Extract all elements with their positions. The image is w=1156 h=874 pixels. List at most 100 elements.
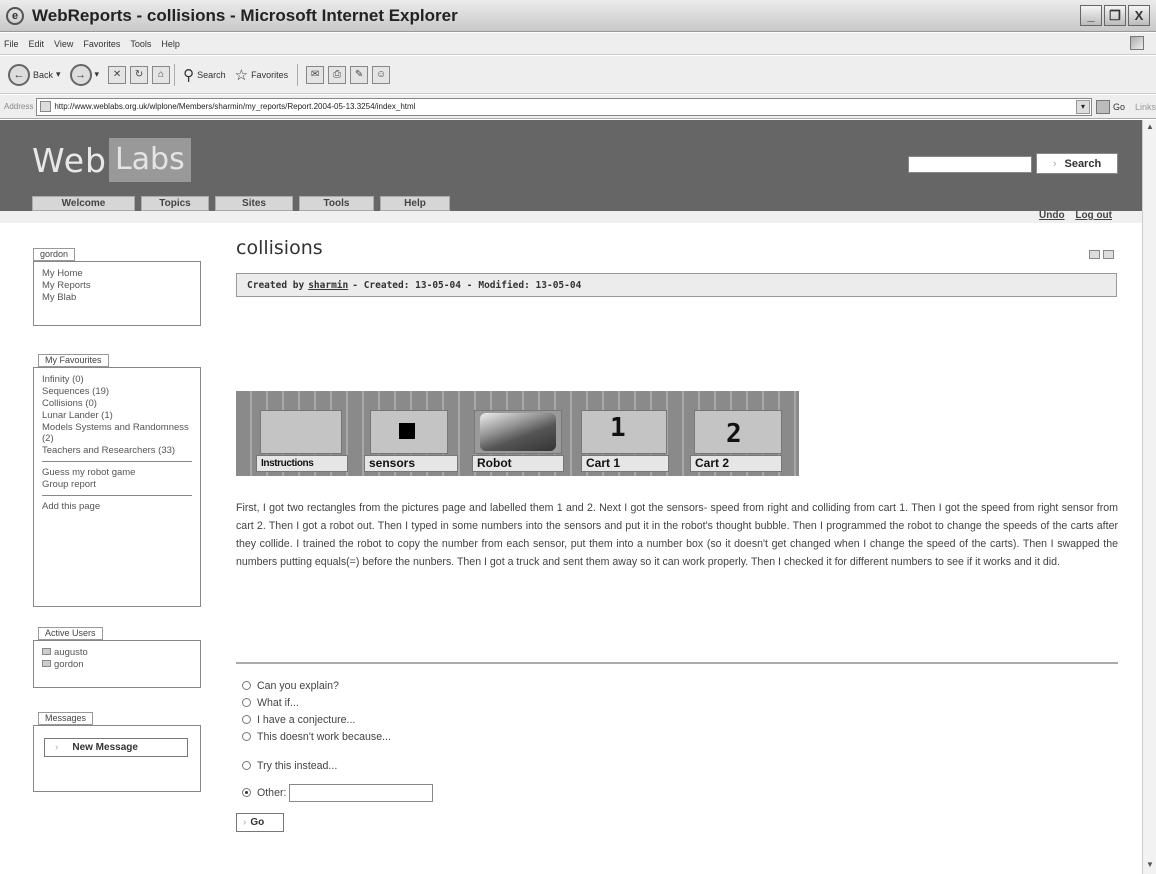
back-arrow-icon: ← <box>8 63 30 86</box>
reply-go-button[interactable]: › Go <box>236 813 284 832</box>
weblabs-logo[interactable]: Web Labs <box>32 138 191 182</box>
my-home-link[interactable]: My Home <box>42 268 192 279</box>
nav-tab-sites[interactable]: Sites <box>215 196 293 211</box>
dropdown-arrow-icon: ▾ <box>56 69 61 79</box>
menu-favorites[interactable]: Favorites <box>83 39 120 49</box>
byline-created: - Created: 13-05-04 - <box>352 279 473 291</box>
divider <box>42 495 192 496</box>
reply-option-other[interactable]: Other: <box>242 783 434 802</box>
game-label-sensors: sensors <box>364 455 458 472</box>
site-search-label: Search <box>1064 157 1102 170</box>
my-blab-link[interactable]: My Blab <box>42 292 192 303</box>
send-to-icon[interactable] <box>1089 250 1100 259</box>
radio-button[interactable] <box>242 698 251 707</box>
active-user[interactable]: augusto <box>42 647 192 658</box>
menu-help[interactable]: Help <box>161 39 180 49</box>
favourite-item[interactable]: Infinity (0) <box>42 374 192 385</box>
reply-option[interactable]: Try this instead... <box>242 757 433 774</box>
mail-icon[interactable]: ✉ <box>306 65 325 84</box>
window-titlebar: e WebReports - collisions - Microsoft In… <box>0 0 1156 32</box>
reply-option-label: Can you explain? <box>257 679 339 692</box>
author-link[interactable]: sharmin <box>308 280 348 291</box>
favourite-item[interactable]: Teachers and Researchers (33) <box>42 445 192 456</box>
nav-tab-tools[interactable]: Tools <box>299 196 374 211</box>
links-label[interactable]: Links <box>1135 102 1156 112</box>
nav-tab-help[interactable]: Help <box>380 196 450 211</box>
scroll-down-icon[interactable]: ▼ <box>1144 860 1156 872</box>
scroll-up-icon[interactable]: ▲ <box>1144 122 1156 134</box>
favourite-item[interactable]: Lunar Lander (1) <box>42 410 192 421</box>
nav-tab-welcome[interactable]: Welcome <box>32 196 135 211</box>
messages-title: Messages <box>38 712 94 725</box>
site-search-input[interactable] <box>908 156 1032 173</box>
group-report-link[interactable]: Group report <box>42 479 192 490</box>
favorites-toolbar-button[interactable]: ☆ Favorites <box>235 66 288 84</box>
messenger-icon[interactable]: ☺ <box>372 65 391 84</box>
radio-button[interactable] <box>242 681 251 690</box>
go-button[interactable]: Go <box>1095 99 1125 114</box>
address-input[interactable]: http://www.weblabs.org.uk/wlplone/Member… <box>36 97 1092 116</box>
reply-go-label: Go <box>250 817 265 828</box>
new-message-label: New Message <box>72 742 138 753</box>
menu-tools[interactable]: Tools <box>130 39 151 49</box>
add-this-page-link[interactable]: Add this page <box>42 501 192 512</box>
home-icon[interactable]: ⌂ <box>152 65 171 84</box>
radio-button[interactable] <box>242 732 251 741</box>
search-icon: ⚲ <box>183 66 195 84</box>
site-header: Web Labs › Search Welcome Topics Sites T… <box>0 120 1142 223</box>
user-icon <box>42 660 51 667</box>
minimize-button[interactable]: _ <box>1080 5 1102 26</box>
logout-link[interactable]: Log out <box>1075 210 1112 221</box>
menu-edit[interactable]: Edit <box>29 39 45 49</box>
edit-icon[interactable]: ✎ <box>350 65 369 84</box>
logo-web: Web <box>32 140 107 180</box>
cart-2-number: 2 <box>726 419 742 449</box>
radio-button-checked[interactable] <box>242 788 251 797</box>
logo-labs: Labs <box>108 138 191 182</box>
active-users-title: Active Users <box>38 627 103 640</box>
radio-button[interactable] <box>242 715 251 724</box>
game-label-cart-1: Cart 1 <box>581 455 669 472</box>
favourite-item[interactable]: Sequences (19) <box>42 386 192 397</box>
favourite-item[interactable]: Models Systems and Randomness (2) <box>42 422 192 444</box>
reply-divider <box>236 662 1118 664</box>
robot-icon <box>480 413 556 451</box>
toontalk-game-image: 1 2 Instructions sensors Robot Cart 1 Ca… <box>236 391 799 476</box>
refresh-icon[interactable]: ↻ <box>130 65 149 84</box>
divider <box>42 461 192 462</box>
reply-option[interactable]: This doesn't work because... <box>242 728 433 745</box>
active-users-portlet: augusto gordon <box>33 640 201 688</box>
search-toolbar-button[interactable]: ⚲ Search <box>183 66 226 84</box>
my-reports-link[interactable]: My Reports <box>42 280 192 291</box>
address-url: http://www.weblabs.org.uk/wlplone/Member… <box>54 102 416 111</box>
game-label-cart-2: Cart 2 <box>690 455 782 472</box>
reply-option[interactable]: I have a conjecture... <box>242 711 433 728</box>
dropdown-arrow-icon[interactable]: ▾ <box>1075 99 1090 114</box>
site-search-button[interactable]: › Search <box>1036 153 1118 174</box>
user-portlet-title: gordon <box>33 248 76 261</box>
maximize-button[interactable]: ❐ <box>1104 5 1126 26</box>
other-text-input[interactable] <box>289 783 434 802</box>
close-button[interactable]: X <box>1128 5 1150 26</box>
undo-link[interactable]: Undo <box>1039 210 1065 221</box>
menu-file[interactable]: File <box>4 39 19 49</box>
favourite-item[interactable]: Collisions (0) <box>42 398 192 409</box>
forward-button[interactable]: → ▾ <box>69 63 99 86</box>
radio-button[interactable] <box>242 761 251 770</box>
reply-options: Can you explain? What if... I have a con… <box>242 677 434 802</box>
reply-option[interactable]: What if... <box>242 694 433 711</box>
new-message-button[interactable]: › New Message <box>44 738 188 757</box>
print-icon[interactable] <box>1103 250 1114 259</box>
active-user-name: augusto <box>54 647 88 658</box>
nav-tab-topics[interactable]: Topics <box>141 196 209 211</box>
print-icon[interactable]: ⎙ <box>328 65 347 84</box>
vertical-scrollbar[interactable]: ▲ ▼ <box>1142 120 1156 874</box>
stop-icon[interactable]: ✕ <box>108 65 127 84</box>
document-actions <box>1089 250 1114 259</box>
browser-toolbar: ← Back ▾ → ▾ ✕ ↻ ⌂ ⚲ Search ☆ Favorites … <box>0 56 1156 94</box>
guess-robot-link[interactable]: Guess my robot game <box>42 467 192 478</box>
back-button[interactable]: ← Back ▾ <box>8 63 61 86</box>
active-user[interactable]: gordon <box>42 659 192 670</box>
reply-option[interactable]: Can you explain? <box>242 677 433 694</box>
menu-view[interactable]: View <box>54 39 73 49</box>
